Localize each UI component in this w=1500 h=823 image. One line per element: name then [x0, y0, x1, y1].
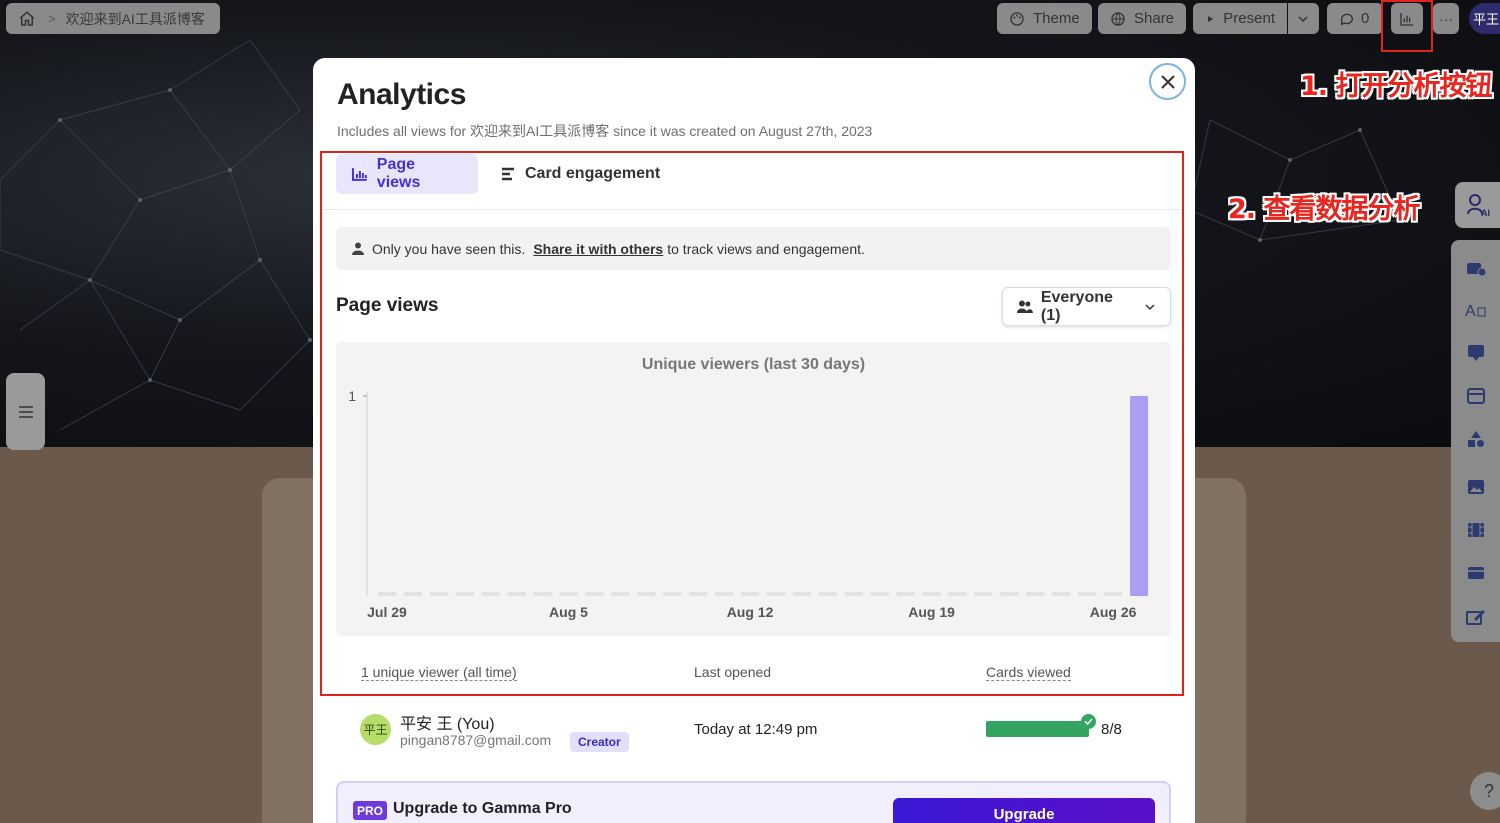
chevron-right-icon: > [48, 11, 56, 26]
shapes-icon[interactable] [1465, 428, 1487, 450]
modal-title: Analytics [337, 78, 466, 111]
annotation-step1: 1. 打开分析按钮 [1300, 71, 1492, 102]
close-icon [1160, 74, 1175, 89]
user-avatar[interactable]: 平王 [1469, 3, 1500, 34]
viewer-email: pingan8787@gmail.com [400, 732, 552, 748]
comments-count: 0 [1361, 10, 1370, 27]
more-options-button[interactable]: ··· [1433, 3, 1459, 34]
layout-icon[interactable] [1465, 385, 1487, 407]
card-add-icon[interactable] [1465, 257, 1487, 279]
pro-badge: PRO [353, 801, 388, 820]
cards-viewed-progress [986, 721, 1089, 737]
present-label: Present [1223, 10, 1275, 27]
breadcrumb-doc-title[interactable]: 欢迎来到AI工具派博客 [66, 9, 205, 29]
help-button[interactable]: ? [1470, 772, 1500, 810]
share-button[interactable]: Share [1098, 3, 1187, 34]
upgrade-button[interactable]: Upgrade [893, 798, 1155, 823]
creator-badge: Creator [570, 732, 629, 752]
insert-toolbar: A [1451, 240, 1500, 642]
close-button[interactable] [1149, 63, 1186, 100]
form-edit-icon[interactable] [1465, 606, 1487, 628]
annotation-step2: 2. 查看数据分析 [1228, 194, 1420, 225]
viewer-last-opened: Today at 12:49 pm [694, 721, 818, 738]
menu-icon [18, 405, 33, 418]
outline-toggle[interactable] [6, 373, 45, 450]
play-icon [1208, 15, 1214, 22]
chevron-down-icon [1298, 16, 1308, 22]
more-icon: ··· [1439, 10, 1453, 27]
viewer-name: 平安 王 (You) [400, 716, 495, 733]
highlight-analytics-button [1381, 0, 1433, 52]
highlight-analytics-panel [320, 151, 1184, 696]
share-label: Share [1134, 10, 1175, 27]
upgrade-text: Upgrade to Gamma Pro [393, 800, 572, 817]
ai-robot-icon: AI [1466, 194, 1490, 218]
palette-icon [1010, 11, 1024, 26]
check-circle-icon [1081, 714, 1096, 729]
text-format-icon[interactable]: A [1465, 299, 1487, 321]
callout-icon[interactable] [1465, 342, 1487, 364]
globe-icon [1111, 11, 1125, 26]
theme-button[interactable]: Theme [997, 3, 1092, 34]
embed-icon[interactable] [1465, 562, 1487, 584]
svg-text:AI: AI [1481, 208, 1490, 218]
present-options-button[interactable] [1288, 3, 1319, 34]
cards-viewed-count: 8/8 [1101, 721, 1122, 738]
svg-text:A: A [1465, 303, 1476, 319]
comment-icon [1340, 13, 1353, 25]
ai-assistant-button[interactable]: AI [1455, 182, 1500, 228]
home-icon[interactable] [18, 10, 36, 28]
cards-viewed-progress-fill [986, 721, 1089, 737]
viewer-avatar: 平王 [360, 714, 391, 745]
modal-subtitle: Includes all views for 欢迎来到AI工具派博客 since… [337, 123, 873, 139]
image-icon[interactable] [1465, 476, 1487, 498]
comments-button[interactable]: 0 [1327, 3, 1383, 34]
video-icon[interactable] [1465, 519, 1487, 541]
theme-label: Theme [1033, 10, 1080, 27]
breadcrumb[interactable]: > 欢迎来到AI工具派博客 [6, 3, 220, 34]
present-button[interactable]: Present [1193, 3, 1287, 34]
question-icon: ? [1483, 780, 1494, 801]
